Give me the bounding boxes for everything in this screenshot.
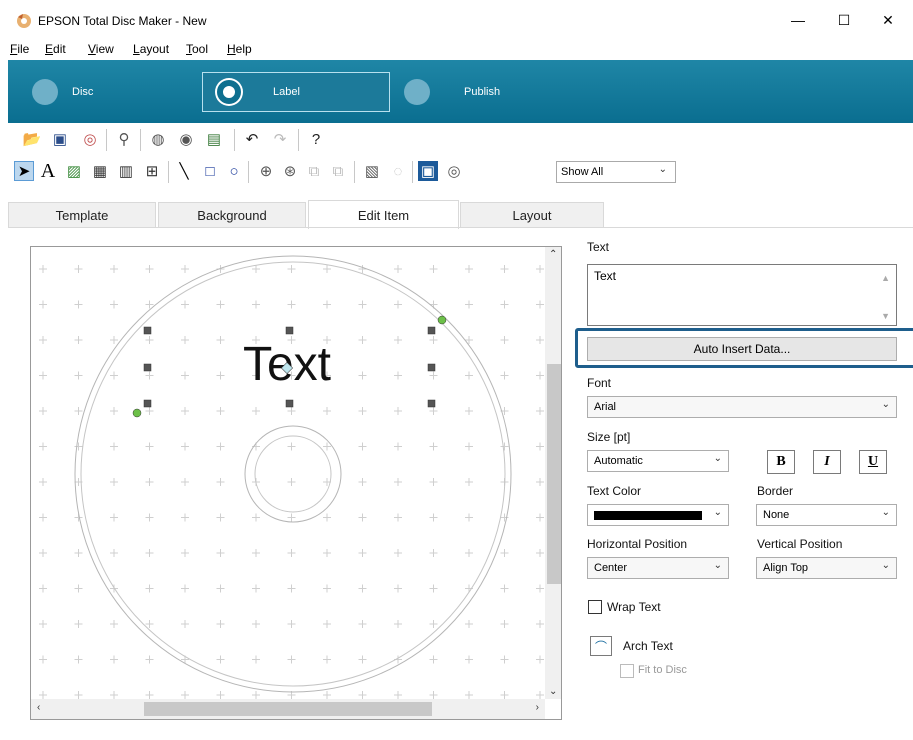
app-icon xyxy=(16,13,32,29)
disc-icon xyxy=(32,79,58,105)
text-color-select[interactable]: ⌄ xyxy=(587,504,729,526)
drawing-toolbar: ➤ A ▨ ▦ ▥ ⊞ ╲ □ ○ ⊕ ⊛ ⧉ ⧉ ▧ ◌ ▣ ◎ Show A… xyxy=(8,155,913,189)
maximize-button[interactable]: ☐ xyxy=(824,6,864,34)
chevron-down-icon: ⌄ xyxy=(881,507,890,518)
chevron-down-icon: ⌄ xyxy=(713,507,722,518)
textarea-scroll-up-icon[interactable]: ▲ xyxy=(881,273,890,283)
minimize-button[interactable]: — xyxy=(778,6,818,34)
horizontal-scroll-thumb[interactable] xyxy=(144,702,432,716)
italic-button[interactable]: I xyxy=(813,450,841,474)
save-icon[interactable]: ▣ xyxy=(50,129,70,149)
bring-front-icon[interactable]: ⧉ xyxy=(304,161,324,181)
scroll-up-icon[interactable]: ⌃ xyxy=(549,249,557,260)
font-label: Font xyxy=(587,376,612,390)
mode-bar: Disc Label Publish xyxy=(8,60,913,123)
cd-print-icon[interactable]: ◉ xyxy=(176,129,196,149)
textarea-scroll-down-icon[interactable]: ▼ xyxy=(881,311,890,321)
color-swatch xyxy=(594,511,702,520)
rectangle-tool-icon[interactable]: □ xyxy=(200,161,220,181)
scroll-left-icon[interactable]: ‹ xyxy=(37,702,40,713)
send-back-icon[interactable]: ⧉ xyxy=(328,161,348,181)
border-select[interactable]: None ⌄ xyxy=(756,504,897,526)
vertical-position-label: Vertical Position xyxy=(757,537,843,551)
qr-tool-icon[interactable]: ▦ xyxy=(90,161,110,181)
scroll-right-icon[interactable]: › xyxy=(536,702,539,713)
arch-text-label: Arch Text xyxy=(623,639,673,653)
print-disc-icon[interactable]: ◎ xyxy=(80,129,100,149)
publish-icon xyxy=(404,79,430,105)
wrap-text-label: Wrap Text xyxy=(607,600,661,614)
text-color-label: Text Color xyxy=(587,484,642,498)
menu-file[interactable]: File xyxy=(10,42,29,56)
tab-edit-item[interactable]: Edit Item xyxy=(308,200,459,229)
fit-to-disc-checkbox[interactable] xyxy=(620,664,634,678)
vertical-scroll-thumb[interactable] xyxy=(547,364,561,584)
chevron-down-icon: ⌄ xyxy=(881,560,890,571)
size-label: Size [pt] xyxy=(587,430,631,444)
barcode-tool-icon[interactable]: ▥ xyxy=(116,161,136,181)
disc-view-icon[interactable]: ◎ xyxy=(444,161,464,181)
chevron-down-icon: ⌄ xyxy=(658,164,667,175)
table-tool-icon[interactable]: ⊞ xyxy=(142,161,162,181)
frame-icon[interactable]: ▣ xyxy=(418,161,438,181)
open-icon[interactable]: 📂 xyxy=(22,129,42,149)
mode-label-button[interactable]: Label xyxy=(202,72,390,112)
cd-icon[interactable]: ◍ xyxy=(148,129,168,149)
text-input[interactable]: Text ▲ ▼ xyxy=(587,264,897,326)
tab-bar: Template Background Edit Item Layout xyxy=(8,200,913,229)
mode-publish-button[interactable]: Publish xyxy=(404,74,500,110)
mode-disc-button[interactable]: Disc xyxy=(32,74,93,110)
menu-edit[interactable]: Edit xyxy=(45,42,66,56)
tools-icon[interactable]: ⚲ xyxy=(114,129,134,149)
image-tool-icon[interactable]: ▨ xyxy=(64,161,84,181)
chevron-down-icon: ⌄ xyxy=(713,453,722,464)
monitor-icon[interactable]: ▤ xyxy=(204,129,224,149)
menu-tool[interactable]: Tool xyxy=(186,42,208,56)
show-select[interactable]: Show All ⌄ xyxy=(556,161,676,183)
main-toolbar: 📂 ▣ ◎ ⚲ ◍ ◉ ▤ ↶ ↷ ? xyxy=(8,123,913,155)
underline-button[interactable]: U xyxy=(859,450,887,474)
border-label: Border xyxy=(757,484,794,498)
disc-label-preview: Text xyxy=(31,247,561,719)
chevron-down-icon: ⌄ xyxy=(881,399,890,410)
label-canvas[interactable]: Text xyxy=(30,246,562,720)
menu-view[interactable]: View xyxy=(88,42,114,56)
arch-text-icon[interactable]: ⌒ xyxy=(590,636,612,656)
line-tool-icon[interactable]: ╲ xyxy=(174,161,194,181)
text-tool-icon[interactable]: A xyxy=(38,160,58,182)
select-pointer-icon[interactable]: ➤ xyxy=(14,161,34,181)
scroll-down-icon[interactable]: ⌄ xyxy=(549,686,557,697)
fit-to-disc-label: Fit to Disc xyxy=(638,664,687,676)
disc-preview-icon[interactable]: ◌ xyxy=(388,161,408,181)
wrap-text-checkbox[interactable] xyxy=(588,600,602,614)
text-label: Text xyxy=(587,240,610,254)
tab-template[interactable]: Template xyxy=(8,202,156,228)
window-title: EPSON Total Disc Maker - New xyxy=(38,14,207,28)
help-icon[interactable]: ? xyxy=(306,129,326,149)
tab-layout[interactable]: Layout xyxy=(460,202,604,228)
menu-help[interactable]: Help xyxy=(227,42,252,56)
redo-icon[interactable]: ↷ xyxy=(270,129,290,149)
csv-icon[interactable]: ▧ xyxy=(362,161,382,181)
label-disc-icon xyxy=(217,80,241,104)
size-select[interactable]: Automatic ⌄ xyxy=(587,450,729,472)
ellipse-tool-icon[interactable]: ○ xyxy=(224,161,244,181)
tab-background[interactable]: Background xyxy=(158,202,306,228)
bold-button[interactable]: B xyxy=(767,450,795,474)
horizontal-position-select[interactable]: Center ⌄ xyxy=(587,557,729,579)
font-select[interactable]: Arial ⌄ xyxy=(587,396,897,418)
auto-insert-data-button[interactable]: Auto Insert Data... xyxy=(587,337,897,361)
chevron-down-icon: ⌄ xyxy=(713,560,722,571)
title-bar: EPSON Total Disc Maker - New — ☐ ✕ xyxy=(0,0,913,40)
vertical-position-select[interactable]: Align Top ⌄ xyxy=(756,557,897,579)
align-icon[interactable]: ⊕ xyxy=(256,161,276,181)
horizontal-position-label: Horizontal Position xyxy=(587,537,688,551)
undo-icon[interactable]: ↶ xyxy=(242,129,262,149)
menu-bar: File Edit View Layout Tool Help xyxy=(0,40,913,60)
distribute-icon[interactable]: ⊛ xyxy=(280,161,300,181)
menu-layout[interactable]: Layout xyxy=(133,42,169,56)
close-button[interactable]: ✕ xyxy=(868,6,908,34)
